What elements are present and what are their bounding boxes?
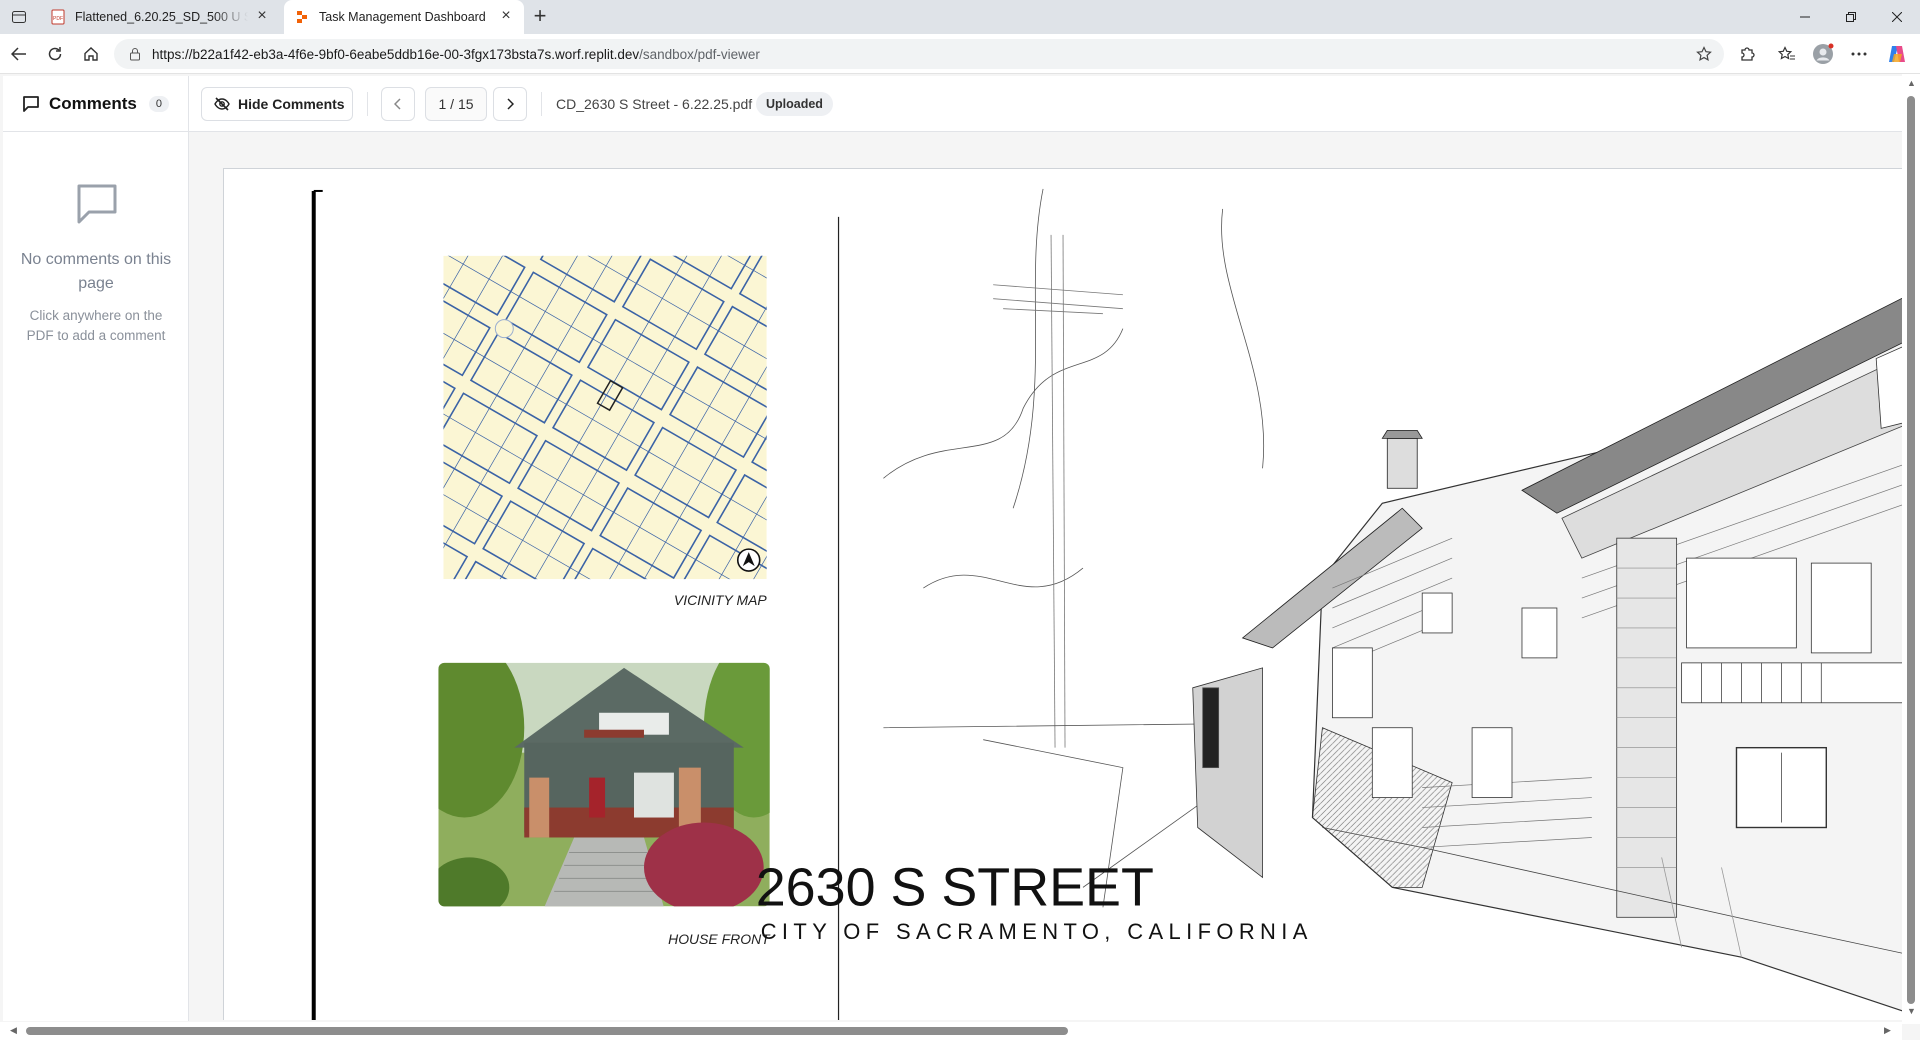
close-tab-icon[interactable]: ×: [254, 8, 270, 25]
page-indicator: 1 / 15: [425, 87, 487, 121]
pdf-canvas-area[interactable]: VICINITY MAP HOUSE FRONT 2630 S STREET C…: [189, 134, 1902, 1020]
pdf-icon: PDF: [51, 9, 65, 25]
reload-icon: [48, 47, 62, 61]
comments-title: Comments: [49, 93, 137, 113]
puzzle-icon: [1741, 47, 1755, 61]
copilot-button[interactable]: [1884, 42, 1910, 66]
lock-icon: [130, 48, 140, 61]
vertical-scrollbar[interactable]: ▲ ▼: [1902, 74, 1920, 1024]
close-tab-icon[interactable]: ×: [498, 8, 514, 25]
house-front-photo: [438, 662, 770, 907]
vicinity-map: [443, 255, 767, 580]
scroll-right-icon[interactable]: ▶: [1884, 1025, 1891, 1036]
tab-bar: PDF Flattened_6.20.25_SD_500 U Street × …: [0, 0, 1920, 34]
close-window-button[interactable]: [1874, 0, 1920, 34]
project-address-title: 2630 S STREET: [756, 857, 1154, 917]
new-tab-button[interactable]: +: [528, 5, 552, 28]
minimize-button[interactable]: [1782, 0, 1828, 34]
horizontal-scrollbar[interactable]: ◀ ▶: [0, 1022, 1902, 1040]
message-square-icon: [77, 184, 117, 224]
empty-state-hint: Click anywhere on the PDF to add a comme…: [26, 308, 166, 343]
arrow-left-icon: [11, 47, 26, 61]
hide-comments-label: Hide Comments: [238, 96, 345, 112]
tab-title: Task Management Dashboard: [319, 10, 486, 24]
comments-count-badge: 0: [148, 95, 169, 112]
comments-header: Comments 0: [3, 76, 188, 132]
tab-task-dashboard[interactable]: Task Management Dashboard ×: [284, 0, 524, 34]
tab-pdf-file[interactable]: PDF Flattened_6.20.25_SD_500 U Street ×: [40, 0, 280, 34]
extensions-button[interactable]: [1734, 42, 1760, 66]
home-button[interactable]: [78, 42, 104, 66]
back-button[interactable]: [6, 42, 32, 66]
menu-button[interactable]: [1846, 42, 1872, 66]
scroll-up-icon[interactable]: ▲: [1907, 78, 1916, 88]
comments-sidebar: Comments 0 No comments on this page Clic…: [3, 76, 189, 1021]
viewer-toolbar: Hide Comments 1 / 15 CD_2630 S Street - …: [189, 76, 1902, 132]
profile-button[interactable]: [1810, 42, 1836, 66]
pdf-viewer-app: Comments 0 No comments on this page Clic…: [0, 74, 1920, 1040]
home-icon: [84, 47, 98, 61]
scroll-left-icon[interactable]: ◀: [10, 1025, 17, 1036]
svg-text:PDF: PDF: [53, 16, 63, 22]
reload-button[interactable]: [42, 42, 68, 66]
star-icon[interactable]: [1696, 46, 1712, 62]
eye-off-icon: [214, 97, 230, 111]
horizontal-scroll-thumb[interactable]: [26, 1027, 1068, 1035]
favorites-button[interactable]: [1774, 42, 1800, 66]
divider: [541, 92, 542, 116]
vertical-scroll-thumb[interactable]: [1907, 96, 1915, 1004]
url-field[interactable]: https://b22a1f42-eb3a-4f6e-9bf0-6eabe5dd…: [114, 39, 1724, 69]
tab-title: Flattened_6.20.25_SD_500 U Street: [75, 10, 248, 24]
url-path: /sandbox/pdf-viewer: [639, 46, 760, 62]
pdf-page[interactable]: VICINITY MAP HOUSE FRONT 2630 S STREET C…: [223, 168, 1902, 1020]
url-host: https://b22a1f42-eb3a-4f6e-9bf0-6eabe5dd…: [152, 46, 640, 62]
replit-icon: [297, 11, 307, 23]
file-name: CD_2630 S Street - 6.22.25.pdf: [556, 96, 753, 112]
hide-comments-button[interactable]: Hide Comments: [201, 87, 353, 121]
scroll-down-icon[interactable]: ▼: [1907, 1006, 1916, 1016]
house-front-label: HOUSE FRONT: [668, 931, 771, 947]
copilot-icon: [1889, 46, 1905, 62]
message-square-icon: [23, 95, 39, 112]
project-city-subtitle: CITY OF SACRAMENTO, CALIFORNIA: [761, 919, 1313, 944]
restore-button[interactable]: [1828, 0, 1874, 34]
next-page-button[interactable]: [493, 87, 527, 121]
avatar-icon: [1813, 43, 1834, 64]
favorites-icon: [1778, 46, 1795, 60]
upload-status-badge: Uploaded: [756, 92, 833, 116]
divider: [367, 92, 368, 116]
tab-actions-icon[interactable]: [8, 7, 30, 27]
prev-page-button[interactable]: [381, 87, 415, 121]
chevron-right-icon: [507, 98, 514, 110]
vicinity-map-label: VICINITY MAP: [674, 592, 767, 608]
empty-state-title: No comments on this page: [20, 251, 172, 292]
chevron-left-icon: [394, 98, 401, 110]
address-bar: https://b22a1f42-eb3a-4f6e-9bf0-6eabe5dd…: [0, 34, 1920, 74]
more-horizontal-icon: [1851, 52, 1867, 56]
